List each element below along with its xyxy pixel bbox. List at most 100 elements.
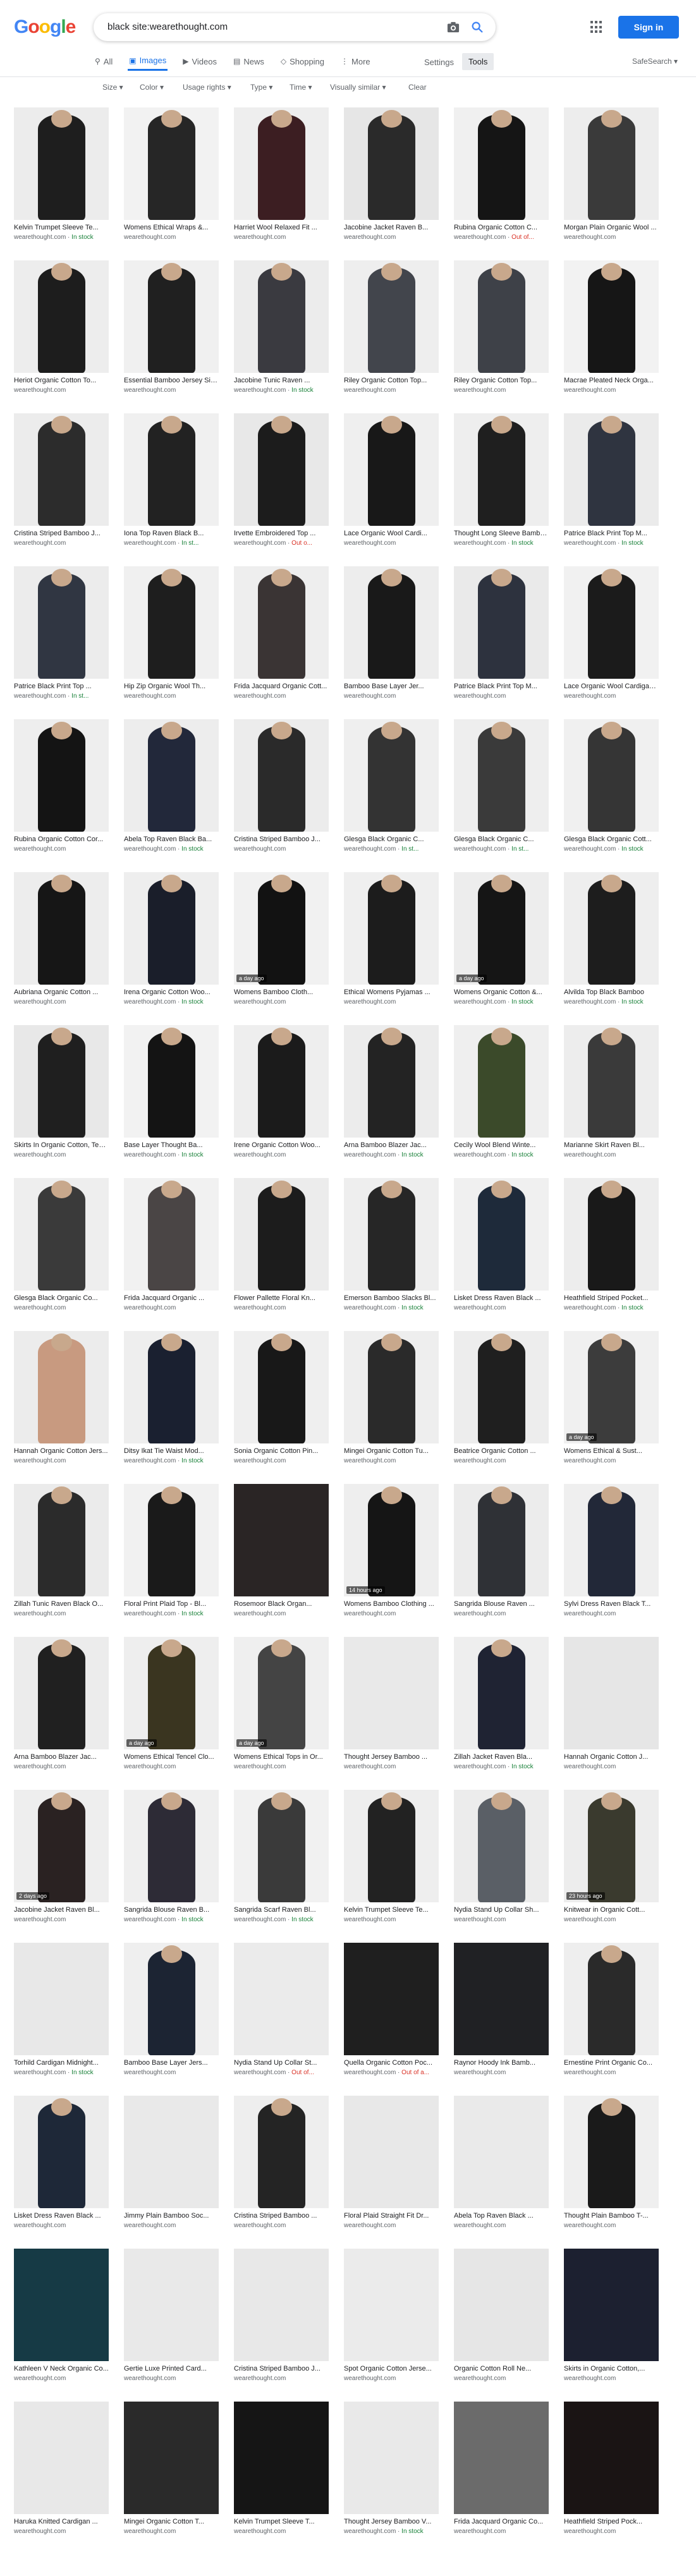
result-source[interactable]: wearethought.com bbox=[124, 234, 219, 241]
result-thumbnail[interactable] bbox=[344, 719, 439, 832]
result-thumbnail[interactable] bbox=[344, 872, 439, 985]
result-source[interactable]: wearethought.com · In stock bbox=[124, 846, 219, 853]
image-result[interactable]: Gertie Luxe Printed Card... wearethought.… bbox=[124, 2249, 219, 2395]
result-title[interactable]: Organic Cotton Roll Ne... bbox=[454, 2365, 549, 2372]
result-title[interactable]: Nydia Stand Up Collar Sh... bbox=[454, 1906, 549, 1914]
result-source[interactable]: wearethought.com · In stock bbox=[124, 1916, 219, 1923]
image-result[interactable]: Quella Organic Cotton Poc... wearethought… bbox=[344, 1943, 439, 2089]
result-thumbnail[interactable] bbox=[344, 2402, 439, 2514]
image-result[interactable]: Rubina Organic Cotton C... wearethought.c… bbox=[454, 107, 549, 254]
result-title[interactable]: Womens Ethical Wraps &... bbox=[124, 224, 219, 231]
image-result[interactable]: Bamboo Base Layer Jer... wearethought.com bbox=[344, 566, 439, 713]
result-title[interactable]: Frida Jacquard Organic ... bbox=[124, 1294, 219, 1302]
image-result[interactable]: Sangrida Blouse Raven B... wearethought.c… bbox=[124, 1790, 219, 1936]
result-title[interactable]: Hannah Organic Cotton Jers... bbox=[14, 1447, 109, 1455]
result-title[interactable]: Iona Top Raven Black B... bbox=[124, 530, 219, 537]
image-result[interactable]: Riley Organic Cotton Top... wearethought.… bbox=[454, 260, 549, 407]
result-thumbnail[interactable] bbox=[14, 566, 109, 679]
image-result[interactable]: Irena Organic Cotton Woo... wearethought.… bbox=[124, 872, 219, 1019]
result-thumbnail[interactable] bbox=[454, 719, 549, 832]
result-title[interactable]: Jacobine Jacket Raven Bl... bbox=[14, 1906, 109, 1914]
result-title[interactable]: Thought Long Sleeve Bambo... bbox=[454, 530, 549, 537]
result-thumbnail[interactable] bbox=[14, 2096, 109, 2208]
image-result[interactable]: Glesga Black Organic Cott... wearethought… bbox=[564, 719, 659, 866]
result-thumbnail[interactable] bbox=[14, 1331, 109, 1443]
result-title[interactable]: Zillah Jacket Raven Bla... bbox=[454, 1753, 549, 1761]
result-source[interactable]: wearethought.com · In stock bbox=[344, 1151, 439, 1158]
result-thumbnail[interactable] bbox=[124, 1331, 219, 1443]
image-result[interactable]: Kelvin Trumpet Sleeve Te... wearethought.… bbox=[344, 1790, 439, 1936]
image-result[interactable]: Thought Jersey Bamboo V... wearethought.c… bbox=[344, 2402, 439, 2548]
image-result[interactable]: Skirts In Organic Cotton, Tenc... weareth… bbox=[14, 1025, 109, 1172]
result-thumbnail[interactable] bbox=[344, 1943, 439, 2055]
image-result[interactable]: Glesga Black Organic C... wearethought.co… bbox=[454, 719, 549, 866]
result-thumbnail[interactable] bbox=[564, 2249, 659, 2361]
image-result[interactable]: Rubina Organic Cotton Cor... wearethought… bbox=[14, 719, 109, 866]
image-result[interactable]: a day ago Womens Bamboo Cloth... wearethou… bbox=[234, 872, 329, 1019]
result-source[interactable]: wearethought.com · Out of... bbox=[234, 2069, 329, 2076]
result-source[interactable]: wearethought.com bbox=[344, 540, 439, 547]
result-thumbnail[interactable] bbox=[124, 2249, 219, 2361]
result-title[interactable]: Cecily Wool Blend Winte... bbox=[454, 1141, 549, 1149]
result-source[interactable]: wearethought.com bbox=[344, 2375, 439, 2382]
result-thumbnail[interactable] bbox=[564, 1178, 659, 1291]
result-thumbnail[interactable] bbox=[454, 413, 549, 526]
result-thumbnail[interactable] bbox=[564, 1484, 659, 1596]
image-result[interactable]: Irvette Embroidered Top ... wearethought.… bbox=[234, 413, 329, 560]
result-title[interactable]: Womens Bamboo Clothing ... bbox=[344, 1600, 439, 1608]
result-source[interactable]: wearethought.com bbox=[234, 693, 329, 700]
result-thumbnail[interactable] bbox=[454, 260, 549, 373]
result-source[interactable]: wearethought.com · In stock bbox=[14, 234, 109, 241]
image-result[interactable]: Hip Zip Organic Wool Th... wearethought.c… bbox=[124, 566, 219, 713]
result-title[interactable]: Gertie Luxe Printed Card... bbox=[124, 2365, 219, 2372]
result-source[interactable]: wearethought.com bbox=[564, 1610, 659, 1617]
result-thumbnail[interactable] bbox=[454, 1943, 549, 2055]
image-result[interactable]: Aubriana Organic Cotton ... wearethought.… bbox=[14, 872, 109, 1019]
result-thumbnail[interactable] bbox=[14, 1484, 109, 1596]
result-title[interactable]: Heathfield Striped Pock... bbox=[564, 2518, 659, 2525]
result-title[interactable]: Aubriana Organic Cotton ... bbox=[14, 988, 109, 996]
result-title[interactable]: Bamboo Base Layer Jer... bbox=[344, 683, 439, 690]
result-title[interactable]: Nydia Stand Up Collar St... bbox=[234, 2059, 329, 2067]
image-result[interactable]: Arna Bamboo Blazer Jac... wearethought.co… bbox=[14, 1637, 109, 1783]
result-source[interactable]: wearethought.com bbox=[14, 1151, 109, 1158]
image-result[interactable]: Flower Pallette Floral Kn... wearethought… bbox=[234, 1178, 329, 1325]
result-source[interactable]: wearethought.com · In stock bbox=[124, 1457, 219, 1464]
result-thumbnail[interactable] bbox=[344, 2096, 439, 2208]
result-thumbnail[interactable] bbox=[14, 1178, 109, 1291]
camera-icon[interactable] bbox=[446, 21, 460, 33]
image-result[interactable]: Lace Organic Wool Cardigan ... wearethoug… bbox=[564, 566, 659, 713]
result-title[interactable]: Zillah Tunic Raven Black O... bbox=[14, 1600, 109, 1608]
tab-all[interactable]: ⚲ All bbox=[94, 53, 114, 70]
result-thumbnail[interactable] bbox=[344, 1331, 439, 1443]
result-source[interactable]: wearethought.com · Out of a... bbox=[344, 2069, 439, 2076]
result-source[interactable]: wearethought.com bbox=[124, 2528, 219, 2535]
result-thumbnail[interactable] bbox=[344, 260, 439, 373]
result-source[interactable]: wearethought.com · In stock bbox=[124, 1610, 219, 1617]
result-title[interactable]: Rosemoor Black Organ... bbox=[234, 1600, 329, 1608]
result-thumbnail[interactable] bbox=[124, 719, 219, 832]
image-result[interactable]: a day ago Womens Organic Cotton &... weare… bbox=[454, 872, 549, 1019]
result-title[interactable]: Lace Organic Wool Cardigan ... bbox=[564, 683, 659, 690]
image-result[interactable]: Zillah Jacket Raven Bla... wearethought.c… bbox=[454, 1637, 549, 1783]
image-result[interactable]: Spot Organic Cotton Jerse... wearethought… bbox=[344, 2249, 439, 2395]
result-thumbnail[interactable] bbox=[564, 2096, 659, 2208]
result-source[interactable]: wearethought.com bbox=[234, 1151, 329, 1158]
result-title[interactable]: Morgan Plain Organic Wool ... bbox=[564, 224, 659, 231]
image-result[interactable]: Zillah Tunic Raven Black O... wearethough… bbox=[14, 1484, 109, 1631]
result-thumbnail[interactable] bbox=[564, 1943, 659, 2055]
image-result[interactable]: Irene Organic Cotton Woo... wearethought.… bbox=[234, 1025, 329, 1172]
result-title[interactable]: Essential Bamboo Jersey Sin... bbox=[124, 377, 219, 384]
result-title[interactable]: Bamboo Base Layer Jers... bbox=[124, 2059, 219, 2067]
filter-visuallysimilar[interactable]: Visually similar ▾ bbox=[330, 83, 386, 92]
result-thumbnail[interactable] bbox=[344, 1025, 439, 1138]
image-result[interactable]: Frida Jacquard Organic ... wearethought.c… bbox=[124, 1178, 219, 1325]
image-result[interactable]: Rosemoor Black Organ... wearethought.com bbox=[234, 1484, 329, 1631]
result-title[interactable]: Patrice Black Print Top ... bbox=[14, 683, 109, 690]
result-thumbnail[interactable] bbox=[234, 566, 329, 679]
result-thumbnail[interactable] bbox=[124, 1484, 219, 1596]
result-source[interactable]: wearethought.com bbox=[14, 2222, 109, 2229]
result-thumbnail[interactable] bbox=[454, 1637, 549, 1749]
result-source[interactable]: wearethought.com bbox=[344, 999, 439, 1005]
result-thumbnail[interactable] bbox=[14, 2402, 109, 2514]
